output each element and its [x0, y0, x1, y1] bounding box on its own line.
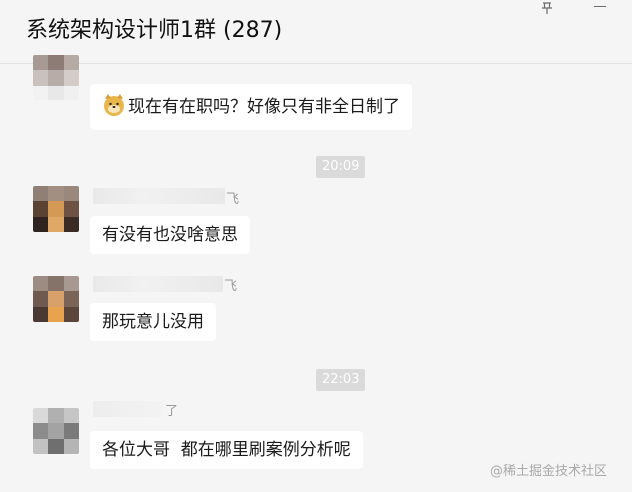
chat-title: 系统架构设计师1群 (287)	[26, 18, 283, 43]
message-bubble[interactable]: 各位大哥 都在哪里刷案例分析呢	[90, 431, 363, 469]
message-bubble[interactable]: 有没有也没啥意思	[90, 216, 250, 254]
timestamp: 22:03	[316, 369, 366, 391]
message-text: 那玩意儿没用	[102, 312, 204, 332]
message-text: 现在有在职吗？好像只有非全日制了	[128, 97, 400, 117]
avatar[interactable]	[33, 55, 79, 100]
message-bubble[interactable]: 那玩意儿没用	[90, 303, 216, 341]
pin-button[interactable]	[537, 0, 557, 14]
pin-icon	[542, 2, 552, 14]
sender-name-suffix: 了	[165, 404, 179, 419]
timestamp: 20:09	[316, 156, 366, 178]
sender-name-blurred	[93, 401, 163, 417]
watermark: @稀土掘金技术社区	[490, 464, 608, 479]
minimize-icon	[594, 6, 606, 7]
avatar[interactable]	[33, 408, 79, 454]
doge-emoji-icon	[104, 94, 124, 116]
sender-name-suffix: 飞	[224, 279, 238, 294]
chat-header: 系统架构设计师1群 (287)	[0, 0, 632, 64]
message-text: 各位大哥 都在哪里刷案例分析呢	[102, 440, 351, 460]
minimize-button[interactable]	[590, 0, 610, 14]
avatar[interactable]	[33, 276, 79, 322]
sender-name-blurred	[93, 276, 223, 292]
sender-name-blurred	[93, 188, 225, 204]
message-text: 有没有也没啥意思	[102, 225, 238, 245]
sender-name-suffix: 飞	[226, 192, 240, 207]
message-bubble[interactable]: 现在有在职吗？好像只有非全日制了	[90, 84, 412, 130]
avatar[interactable]	[33, 186, 79, 232]
